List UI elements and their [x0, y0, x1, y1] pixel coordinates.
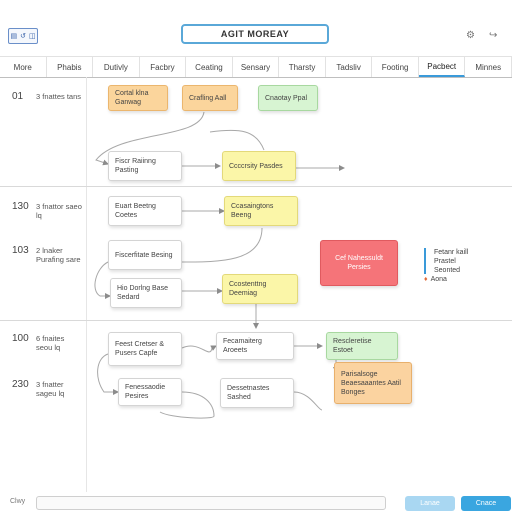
- process-card[interactable]: Euart Beetng Coetes: [108, 196, 182, 226]
- process-card[interactable]: Rescleretise Estoet: [326, 332, 398, 360]
- stage-tabs: More Phabis Dutivly Facbry Ceating Sensa…: [0, 56, 512, 78]
- process-card[interactable]: Fiscr Raiinng Pasting: [108, 151, 182, 181]
- legend-bar: [424, 248, 426, 274]
- tab-pacbect[interactable]: Pacbect: [418, 57, 466, 77]
- input-label: Clwy: [10, 498, 26, 505]
- tab-facbry[interactable]: Facbry: [140, 57, 187, 77]
- page-title[interactable]: AGIT MOREAY: [181, 24, 329, 44]
- command-input[interactable]: [36, 496, 386, 510]
- connector: [293, 391, 323, 411]
- settings-icon[interactable]: ⚙: [466, 30, 475, 41]
- process-card[interactable]: Ccasaingtons Beeng: [224, 196, 298, 226]
- share-icon[interactable]: ↪: [489, 30, 497, 41]
- process-card[interactable]: Cortal klna Ganwag: [108, 85, 168, 111]
- process-card[interactable]: Crafling Aall: [182, 85, 238, 111]
- tab-tadsliv[interactable]: Tadsliv: [326, 57, 373, 77]
- process-card[interactable]: Hio Dorlng Base Sedard: [110, 278, 182, 308]
- process-card[interactable]: Ccostenttng Deemiag: [222, 274, 298, 304]
- process-card[interactable]: Dessetnastes Sashed: [220, 378, 294, 408]
- diamond-icon: ♦: [424, 276, 428, 283]
- lane-divider: [86, 77, 87, 492]
- tab-ceating[interactable]: Ceating: [186, 57, 233, 77]
- legend: Fetanr kaill Prastel Seonted ♦ Aona: [424, 248, 469, 283]
- lane-label: 103 2 lnaker Purafing sare: [12, 245, 81, 265]
- process-card[interactable]: Fecamaiterg Aroeets: [216, 332, 294, 360]
- alert-card[interactable]: Cef Nahessuldt Persies: [320, 240, 398, 286]
- secondary-button[interactable]: Lanae: [405, 496, 455, 511]
- process-card[interactable]: Parisalsoge Beaesaaantes Aatil Bonges: [334, 362, 412, 404]
- lane-label: 230 3 fnatter sageu lq: [12, 379, 65, 399]
- process-card[interactable]: Ccccrsity Pasdes: [222, 151, 296, 181]
- tab-phabis[interactable]: Phabis: [47, 57, 94, 77]
- tab-more[interactable]: More: [0, 57, 47, 77]
- view-toggle-group[interactable]: ▤ ↺ ◫: [8, 28, 38, 44]
- bottom-bar: Clwy Lanae Cnace: [0, 496, 512, 512]
- refresh-icon[interactable]: ↺: [20, 32, 26, 40]
- lane-label: 100 6 fnaites seou lq: [12, 333, 65, 353]
- process-card[interactable]: Fenessaodie Pesires: [118, 378, 182, 406]
- lane-label: 130 3 fnattor saeo lq: [12, 201, 82, 221]
- split-view-icon[interactable]: ◫: [29, 32, 36, 40]
- lane-separator: [0, 320, 512, 321]
- tab-sensary[interactable]: Sensary: [233, 57, 280, 77]
- tab-dutivly[interactable]: Dutivly: [93, 57, 140, 77]
- connector: [209, 129, 265, 151]
- connector: [181, 227, 263, 263]
- process-card[interactable]: Feest Cretser & Pusers Capfe: [108, 332, 182, 366]
- connector: [181, 345, 217, 353]
- primary-button[interactable]: Cnace: [461, 496, 511, 511]
- tab-tharsty[interactable]: Tharsty: [279, 57, 326, 77]
- list-view-icon[interactable]: ▤: [10, 32, 17, 40]
- top-icons: ⚙ ↪: [466, 30, 497, 41]
- process-card[interactable]: Cnaotay Ppal: [258, 85, 318, 111]
- process-card[interactable]: Fiscerfitate Besing: [108, 240, 182, 270]
- lane-separator: [0, 186, 512, 187]
- tab-footing[interactable]: Footing: [372, 57, 419, 77]
- tab-minnes[interactable]: Minnes: [465, 57, 512, 77]
- lane-label: 01 3 fnattes tans: [12, 91, 82, 102]
- top-toolbar: ▤ ↺ ◫ AGIT MOREAY ⚙ ↪: [0, 0, 512, 52]
